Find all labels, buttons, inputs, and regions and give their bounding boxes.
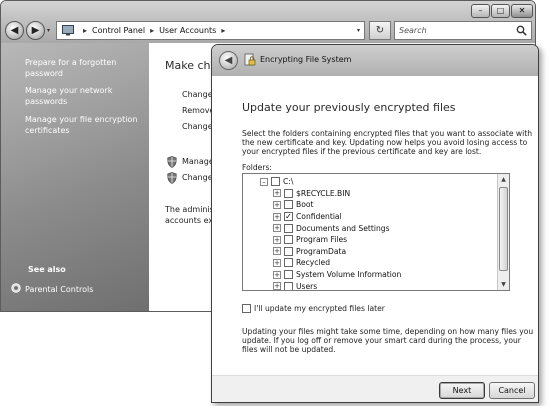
task-link-network-passwords[interactable]: Manage your network passwords — [25, 85, 145, 107]
maximize-button[interactable]: □ — [491, 4, 510, 18]
content-link-remove[interactable]: Remove — [182, 106, 214, 115]
update-note: Updating your files might take some time… — [242, 327, 534, 354]
address-bar[interactable]: ▸ Control Panel ▸ User Accounts ▸ ▾ — [56, 21, 365, 40]
recent-pages-dropdown[interactable]: ▾ — [47, 27, 50, 34]
folder-label: Confidential — [296, 212, 342, 222]
folder-label: Boot — [296, 200, 314, 210]
expand-icon[interactable]: + — [273, 282, 281, 290]
scroll-down-arrow[interactable]: ▼ — [498, 279, 509, 290]
folder-tree-item[interactable]: + Users — [273, 280, 318, 291]
task-link-forgotten-password[interactable]: Prepare for a forgotten password — [25, 57, 145, 79]
update-later-checkbox[interactable] — [242, 304, 251, 313]
expand-icon[interactable]: + — [273, 212, 281, 221]
dialog-description: Select the folders containing encrypted … — [242, 129, 533, 156]
folder-label: ProgramData — [296, 246, 347, 256]
folder-tree-item[interactable]: + ✓ Confidential — [273, 211, 342, 223]
forward-button[interactable]: ▶ — [26, 21, 45, 40]
task-link-encryption-certificates[interactable]: Manage your file encryption certificates — [25, 114, 145, 136]
folder-checkbox[interactable] — [284, 270, 293, 280]
folder-label: System Volume Information — [296, 270, 402, 280]
page-title: Make cha — [165, 59, 218, 72]
shield-icon — [167, 156, 177, 168]
folder-tree-item[interactable]: + Recycled — [273, 257, 330, 269]
back-button[interactable]: ◀ — [5, 21, 24, 40]
breadcrumb-separator: ▸ — [221, 26, 226, 35]
content-link-change[interactable]: Change — [182, 122, 213, 131]
window-buttons: – □ ✕ — [471, 4, 533, 18]
scroll-thumb[interactable] — [499, 187, 508, 271]
parental-controls-link[interactable]: Parental Controls — [11, 283, 93, 295]
folder-label: C:\ — [283, 177, 294, 187]
folder-label: Recycled — [296, 258, 331, 268]
folder-tree-scrollbar[interactable]: ▲ ▼ — [497, 174, 509, 290]
update-later-option[interactable]: I'll update my encrypted files later — [242, 304, 385, 313]
expand-icon[interactable]: + — [273, 224, 281, 233]
folder-checkbox[interactable] — [284, 281, 293, 290]
folder-checkbox[interactable] — [284, 258, 293, 268]
admin-text: accounts ex — [165, 216, 214, 225]
see-also-heading: See also — [28, 265, 66, 274]
parental-controls-icon — [11, 283, 21, 295]
breadcrumb-separator: ▸ — [83, 26, 88, 35]
search-icon[interactable] — [516, 25, 531, 38]
scroll-up-arrow[interactable]: ▲ — [498, 174, 509, 185]
close-button[interactable]: ✕ — [511, 4, 533, 18]
folder-tree[interactable]: – C:\ + $RECYCLE.BIN + Boot + ✓ Confidential + Doc… — [242, 173, 510, 291]
update-later-label: I'll update my encrypted files later — [254, 304, 385, 313]
expand-icon[interactable]: + — [273, 258, 281, 267]
content-link-change[interactable]: Change — [182, 90, 213, 99]
next-button[interactable]: Next — [439, 382, 485, 399]
encryption-icon — [243, 53, 257, 67]
dialog-heading: Update your previously encrypted files — [242, 101, 456, 114]
parental-controls-label: Parental Controls — [25, 284, 94, 294]
expand-icon[interactable]: + — [273, 235, 281, 244]
folder-tree-item[interactable]: + Documents and Settings — [273, 222, 390, 234]
dialog-back-button[interactable]: ◀ — [219, 51, 238, 70]
control-panel-icon — [61, 25, 75, 37]
dialog-footer: Next Cancel — [212, 375, 538, 402]
folder-checkbox[interactable] — [284, 188, 293, 198]
task-pane: Prepare for a forgotten password Manage … — [1, 43, 149, 311]
folder-label: Documents and Settings — [296, 223, 390, 233]
folder-label: Program Files — [296, 235, 348, 245]
folder-tree-item[interactable]: + Program Files — [273, 234, 347, 246]
expand-icon[interactable]: + — [273, 247, 281, 256]
folder-checkbox[interactable] — [284, 246, 293, 256]
folder-tree-item[interactable]: + System Volume Information — [273, 269, 401, 281]
folder-label: $RECYCLE.BIN — [296, 188, 351, 198]
encrypting-file-system-dialog: ◀ Encrypting File System Update your pre… — [211, 44, 539, 403]
search-input[interactable]: Search — [394, 21, 532, 40]
dialog-title-bar: ◀ Encrypting File System — [212, 45, 538, 76]
folders-label: Folders: — [242, 163, 272, 172]
expand-icon[interactable]: + — [273, 200, 281, 209]
folder-checkbox[interactable] — [284, 223, 293, 233]
admin-text: The adminis — [165, 205, 214, 214]
collapse-icon[interactable]: – — [260, 177, 268, 186]
window-chrome: – □ ✕ ◀ ▶ ▾ ▸ Control Panel ▸ User Accou… — [1, 1, 535, 43]
breadcrumb-separator: ▸ — [150, 26, 155, 35]
folder-tree-item[interactable]: + ProgramData — [273, 246, 346, 258]
expand-icon[interactable]: + — [273, 189, 281, 198]
address-dropdown[interactable]: ▾ — [357, 27, 360, 34]
folder-checkbox[interactable]: ✓ — [284, 212, 293, 222]
cancel-button[interactable]: Cancel — [489, 382, 535, 399]
breadcrumb-user-accounts[interactable]: User Accounts — [159, 26, 216, 35]
shield-icon — [167, 172, 177, 184]
minimize-button[interactable]: – — [471, 4, 490, 18]
content-link-manage[interactable]: Manage — [182, 157, 214, 166]
folder-tree-item[interactable]: + Boot — [273, 199, 313, 211]
folder-checkbox[interactable] — [284, 235, 293, 245]
folder-checkbox[interactable] — [271, 177, 280, 187]
folder-tree-item[interactable]: + $RECYCLE.BIN — [273, 188, 350, 200]
folder-checkbox[interactable] — [284, 200, 293, 210]
expand-icon[interactable]: + — [273, 270, 281, 279]
folder-tree-item[interactable]: – C:\ — [260, 176, 293, 188]
breadcrumb-control-panel[interactable]: Control Panel — [92, 26, 145, 35]
dialog-title: Encrypting File System — [260, 55, 352, 64]
content-link-change[interactable]: Change — [182, 173, 213, 182]
refresh-button[interactable]: ↻ — [369, 21, 391, 40]
folder-label: Users — [296, 281, 318, 291]
